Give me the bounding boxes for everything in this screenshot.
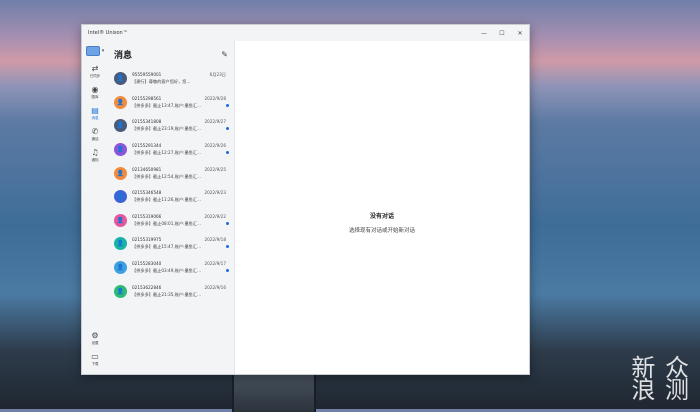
nav-item-notifications[interactable]: ♫ 通知 [82,145,108,166]
conversation-item[interactable]: 👤 95559559001 6月23日【建行】尊敬的客户您好，您... [108,67,234,91]
unread-dot [226,127,229,131]
maximize-button[interactable]: ☐ [493,25,511,41]
close-button[interactable]: ✕ [511,25,529,41]
contact-number: 02155319975 [132,237,162,243]
message-date: 2022/9/17 [204,261,226,267]
nav-label: 设置 [91,341,99,345]
avatar-person-icon: 👤 [114,72,127,86]
phone-icon: ✆ [91,127,99,136]
contact-number: 02155283040 [132,261,162,267]
contact-number: 02155341808 [132,119,162,125]
desktop-pier [232,372,316,412]
bell-icon: ♫ [91,148,99,157]
gear-icon: ⚙ [91,331,99,340]
window-title: Intel® Unison™ [88,30,128,36]
contact-number: 02155298561 [132,95,162,101]
nav-label: 已同步 [89,74,101,78]
empty-title: 没有对话 [369,213,394,220]
avatar-person-icon: 👤 [114,166,127,180]
avatar-person-icon: 👤 [114,213,127,227]
message-icon: ▤ [91,106,99,115]
unread-dot [226,103,229,107]
nav-label: 图库 [91,95,99,99]
conversation-item[interactable]: 👤 02155283040 2022/9/17 【拼多多】截止03:49,账户:墨鱼汇… [108,256,234,280]
message-date: 2022/9/26 [204,143,226,149]
avatar-person-icon: 👤 [114,95,127,109]
gallery-icon: ◉ [91,85,99,94]
conversation-list: 👤 95559559001 6月23日【建行】尊敬的客户您好，您... 👤 021552… [108,67,234,303]
nav-label: 消息 [91,116,99,120]
avatar-person-icon: 👤 [114,143,127,157]
message-date: 2022/9/18 [204,237,226,243]
list-header: 消息 ✎ [108,41,234,67]
conversation-item[interactable]: 👤 02153622846 2022/9/16 【拼多多】截止21:35,账户:墨鱼汇… [108,279,234,303]
conversation-item[interactable]: 👤 02134650981 2022/9/25 【拼多多】截止12:54,账户:墨鱼汇… [108,161,234,185]
message-date: 2022/9/16 [204,284,226,290]
avatar-person-icon: 👤 [114,284,127,298]
folder-icon: ▭ [91,352,99,361]
avatar-person-icon: 👤 [114,237,127,251]
window-controls: — ☐ ✕ [475,25,529,41]
title-bar: Intel® Unison™ — ☐ ✕ [82,25,529,41]
nav-item-gallery[interactable]: ◉ 图库 [82,82,108,103]
contact-number: 02155291344 [132,143,162,149]
nav-label: 下载 [91,362,99,366]
message-preview: 【建行】尊敬的客户您好，您... [132,79,191,85]
contact-number: 02153622846 [132,284,162,290]
message-preview: 【拼多多】截止12:54,账户:墨鱼汇... [132,173,202,179]
message-date: 2022/9/27 [204,119,226,125]
conversation-item[interactable]: 👤 02155341808 2022/9/27 【拼多多】截止23:19,账户:墨鱼汇… [108,114,234,138]
unread-dot [226,245,229,249]
unison-window: Intel® Unison™ — ☐ ✕ ▾ ⇄ 已同步 ◉ 图库 ▤ 消息 ✆… [81,24,530,375]
nav-item-synced[interactable]: ⇄ 已同步 [82,61,108,82]
nav-label: 通话 [91,137,99,141]
nav-item-downloads[interactable]: ▭ 下载 [82,349,108,370]
message-preview: 【拼多多】截止23:19,账户:墨鱼汇... [132,126,202,132]
compose-icon[interactable]: ✎ [221,50,228,59]
minimize-button[interactable]: — [475,25,493,41]
message-date: 2022/9/23 [204,190,226,196]
avatar-person-icon: 👤 [114,190,127,204]
contact-number: 02155346548 [132,190,162,196]
avatar-person-icon: 👤 [114,261,127,275]
chevron-down-icon: ▾ [101,48,105,54]
conversation-item[interactable]: 👤 02155319066 2022/9/22 【拼多多】截止08:01,账户:墨鱼汇… [108,209,234,233]
message-preview: 【拼多多】截止13:47,账户:墨鱼汇... [132,102,202,108]
watermark-logo: 新 众 浪 测 [631,354,690,404]
nav-item-settings[interactable]: ⚙ 设置 [82,328,108,349]
page-title: 消息 [114,50,133,61]
message-date: 2022/9/22 [204,213,226,219]
conversation-item[interactable]: 👤 02155319975 2022/9/18 【拼多多】截止15:47,账户:墨鱼汇… [108,232,234,256]
message-preview: 【拼多多】截止12:27,账户:墨鱼汇... [132,150,202,156]
unread-dot [226,150,229,154]
device-icon [85,46,100,56]
contact-number: 02155319066 [132,213,162,219]
message-preview: 【拼多多】截止03:49,账户:墨鱼汇... [132,268,202,274]
empty-state: 没有对话 选择现有对话或开始新对话 [235,211,529,234]
conversation-item[interactable]: 👤 02155298561 2022/9/28 【拼多多】截止13:47,账户:墨鱼汇… [108,91,234,115]
contact-number: 02134650981 [132,166,162,172]
message-preview: 【拼多多】截止21:35,账户:墨鱼汇... [132,291,202,297]
message-date: 2022/9/25 [204,166,226,172]
conversation-item[interactable]: 👤 02155346548 2022/9/23 【拼多多】截止11:26,账户:墨鱼汇… [108,185,234,209]
message-preview: 【拼多多】截止11:26,账户:墨鱼汇... [132,197,202,203]
nav-item-calls[interactable]: ✆ 通话 [82,124,108,145]
message-date: 2022/9/28 [204,95,226,101]
contact-number: 95559559001 [132,72,162,78]
conversation-list-pane: 消息 ✎ 👤 95559559001 6月23日【建行】尊敬的客户您好，您... 👤 0… [108,41,235,374]
conversation-view: 没有对话 选择现有对话或开始新对话 [235,41,529,374]
nav-label: 通知 [91,158,99,162]
empty-subtitle: 选择现有对话或开始新对话 [348,228,415,234]
conversation-item[interactable]: 👤 02155291344 2022/9/26 【拼多多】截止12:27,账户:墨鱼汇… [108,138,234,162]
unread-dot [226,221,229,225]
message-preview: 【拼多多】截止15:47,账户:墨鱼汇... [132,244,202,250]
nav-item-messages[interactable]: ▤ 消息 [82,103,108,124]
nav-rail: ▾ ⇄ 已同步 ◉ 图库 ▤ 消息 ✆ 通话 ♫ 通知 ⚙ 设置 ▭ 下载 [82,41,108,374]
device-selector[interactable]: ▾ [82,41,108,61]
message-preview: 【拼多多】截止08:01,账户:墨鱼汇... [132,220,202,226]
unread-dot [226,268,229,272]
message-date: 6月23日 [209,72,226,78]
avatar-person-icon: 👤 [114,119,127,133]
sync-icon: ⇄ [91,64,99,73]
